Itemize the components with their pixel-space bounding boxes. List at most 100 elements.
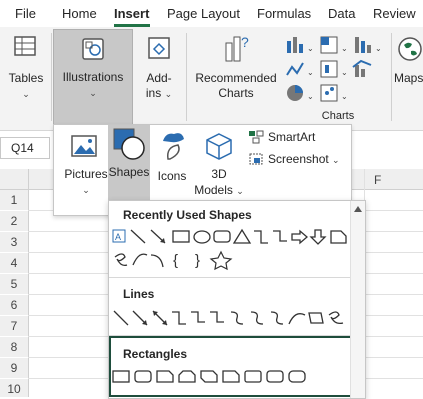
row-header[interactable]: 6	[0, 295, 29, 315]
tab-file[interactable]: File	[15, 6, 36, 21]
svg-text:⌄: ⌄	[307, 44, 314, 53]
tab-page-layout[interactable]: Page Layout	[167, 6, 240, 21]
left-brace-icon: {	[173, 252, 178, 269]
recommended-charts-label-2: Charts	[218, 86, 254, 100]
chevron-down-icon: ⌄	[22, 89, 30, 99]
row-header[interactable]: 9	[0, 358, 29, 378]
recommended-charts-label-1: Recommended	[195, 71, 277, 85]
row-header[interactable]: 4	[0, 253, 29, 273]
svg-text:⌄: ⌄	[341, 92, 348, 101]
connector-elbow-double-arrow-icon	[210, 311, 224, 323]
snip-same-side-icon	[178, 370, 196, 383]
tab-data[interactable]: Data	[328, 6, 355, 21]
icons-icon	[163, 133, 184, 160]
lines-heading: Lines	[123, 287, 155, 301]
chart-icons-grid: ⌄ ⌄ ⌄ ⌄ ⌄ ⌄ ⌄	[286, 36, 382, 102]
tab-insert[interactable]: Insert	[114, 6, 149, 21]
tab-home[interactable]: Home	[62, 6, 97, 21]
tables-button[interactable]: Tables ⌄	[4, 31, 48, 101]
recommended-charts-icon: ?	[225, 34, 249, 62]
ribbon-separator	[391, 33, 392, 121]
screenshot-button[interactable]: Screenshot ⌄	[248, 151, 348, 167]
hierarchy-chart-icon	[320, 36, 338, 54]
elbow-arrow-connector-icon	[273, 230, 287, 242]
curve-shape-icon	[132, 253, 148, 266]
line-arrow-icon	[132, 310, 148, 326]
icons-button[interactable]: Icons	[152, 129, 192, 189]
gallery-scrollbar[interactable]	[350, 201, 365, 398]
name-box[interactable]: Q14	[0, 137, 50, 159]
ribbon-separator	[186, 33, 187, 121]
svg-text:⌄: ⌄	[341, 68, 348, 77]
shapes-button[interactable]: Shapes	[108, 125, 150, 201]
recently-used-heading: Recently Used Shapes	[123, 208, 252, 222]
3d-models-label-1: 3D	[211, 167, 227, 181]
row-header[interactable]: 10	[0, 379, 29, 397]
chevron-down-icon: ⌄	[82, 185, 90, 195]
row-header[interactable]: 7	[0, 316, 29, 336]
scroll-up-icon[interactable]	[353, 205, 363, 213]
curved-double-arrow-connector-icon	[270, 311, 284, 325]
smartart-button[interactable]: SmartArt	[248, 129, 348, 145]
shapes-label: Shapes	[108, 165, 150, 179]
svg-text:⌄: ⌄	[307, 92, 314, 101]
illustrations-label: Illustrations	[62, 70, 124, 84]
gallery-divider	[109, 277, 353, 278]
oval-shape-icon	[193, 230, 211, 244]
table-icon	[14, 36, 36, 56]
right-arrow-icon	[291, 229, 308, 245]
recent-shapes-row-1[interactable]: A	[111, 227, 351, 247]
charts-group-label: Charts	[321, 110, 355, 122]
illustrations-button[interactable]: Illustrations ⌄	[53, 29, 133, 126]
svg-text:⌄: ⌄	[307, 68, 314, 77]
pie-chart-icon	[287, 85, 303, 101]
screenshot-label: Screenshot ⌄	[268, 152, 340, 166]
lines-shapes-row[interactable]	[111, 307, 351, 329]
tab-review[interactable]: Review	[373, 6, 416, 21]
3d-models-button[interactable]: 3D Models ⌄	[194, 129, 244, 199]
row-header[interactable]: 2	[0, 211, 29, 231]
shapes-gallery: Recently Used Shapes A { } Lines Rectang…	[108, 200, 366, 399]
curved-connector-icon	[230, 311, 244, 325]
screenshot-icon	[249, 153, 263, 165]
curved-arrow-connector-icon	[250, 311, 264, 325]
svg-text:?: ?	[241, 34, 249, 50]
addins-label-1: Add-	[146, 71, 172, 85]
connector-elbow-icon	[172, 311, 186, 325]
row-header[interactable]: 3	[0, 232, 29, 252]
select-all-corner[interactable]	[0, 169, 29, 189]
svg-text:⌄: ⌄	[341, 44, 348, 53]
name-box-value: Q14	[11, 141, 34, 155]
row-header[interactable]: 8	[0, 337, 29, 357]
statistic-chart-icon	[320, 60, 338, 78]
curve-line-icon	[288, 313, 306, 325]
svg-text:A: A	[115, 232, 121, 242]
row-header[interactable]: 5	[0, 274, 29, 294]
column-chart-icon	[287, 37, 303, 53]
triangle-shape-icon	[232, 228, 252, 244]
rounded-rectangle-icon	[213, 230, 231, 243]
recent-shapes-row-2[interactable]: { }	[111, 249, 251, 271]
row-header[interactable]: 1	[0, 190, 29, 210]
line-icon	[113, 310, 129, 326]
tab-formulas[interactable]: Formulas	[257, 6, 311, 21]
menu-bar: File Home Insert Page Layout Formulas Da…	[0, 0, 423, 27]
svg-text:⌄: ⌄	[375, 44, 382, 53]
scribble-icon	[328, 311, 344, 325]
arrow-shape-icon	[150, 229, 166, 244]
column-header-f[interactable]: F	[374, 173, 381, 187]
round-single-corner-icon	[244, 370, 262, 383]
rectangles-shapes-row[interactable]	[111, 368, 311, 386]
line-shape-icon	[130, 229, 146, 244]
rectangle-icon	[112, 370, 130, 383]
addins-button[interactable]: Add- ins ⌄	[137, 31, 181, 111]
pictures-label: Pictures	[64, 167, 108, 181]
pictures-button[interactable]: Pictures ⌄	[58, 129, 108, 199]
maps-button[interactable]: Maps	[394, 31, 423, 111]
smartart-icon	[249, 130, 264, 144]
star-shape-icon	[209, 250, 233, 271]
icons-label: Icons	[157, 169, 187, 183]
recommended-charts-button[interactable]: ? Recommended Charts	[192, 31, 280, 111]
freeform-shape-icon	[114, 253, 128, 267]
snip-round-corner-icon	[222, 370, 240, 383]
